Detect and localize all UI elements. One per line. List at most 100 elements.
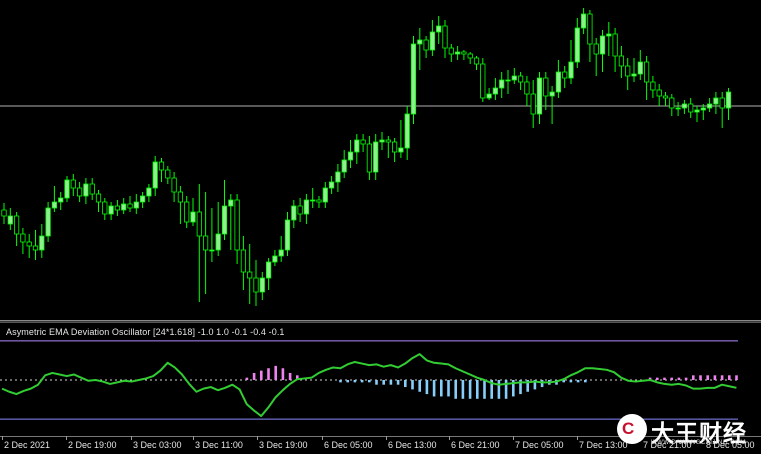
- candle: [284, 212, 291, 256]
- candle: [404, 106, 410, 160]
- histogram-bar: [497, 380, 501, 399]
- candle-body: [234, 199, 240, 251]
- dawang-logo-icon: C: [617, 414, 647, 444]
- candle-body: [303, 199, 310, 215]
- candle-body: [618, 55, 625, 67]
- candle-body: [606, 33, 612, 37]
- histogram-bar: [720, 375, 724, 380]
- candle: [681, 100, 688, 114]
- candle: [32, 230, 39, 260]
- candle-body: [26, 241, 32, 247]
- candle: [599, 30, 606, 72]
- time-label: 6 Dec 13:00: [388, 440, 437, 450]
- candle-body: [442, 25, 448, 49]
- candle: [177, 186, 183, 224]
- candle-body: [310, 199, 316, 202]
- candle: [354, 134, 360, 164]
- candle: [631, 58, 637, 82]
- candle-body: [625, 65, 631, 77]
- candle: [492, 78, 499, 100]
- candle-body: [581, 13, 587, 29]
- histogram-bar: [576, 380, 580, 383]
- candle-body: [171, 177, 177, 193]
- candle: [70, 174, 76, 196]
- candle-body: [322, 187, 328, 203]
- candle-body: [102, 201, 108, 215]
- histogram-bar: [656, 377, 659, 380]
- candle: [133, 194, 139, 214]
- candle: [366, 136, 373, 180]
- histogram-bar: [382, 380, 385, 385]
- candle-body: [429, 31, 436, 51]
- histogram-bar: [267, 368, 270, 380]
- candle: [121, 198, 127, 214]
- candle: [26, 234, 32, 258]
- candle: [209, 208, 215, 262]
- candle-body: [373, 141, 379, 173]
- candle-body: [316, 199, 322, 203]
- candle: [247, 244, 253, 304]
- oscillator-label: Asymetric EMA Deviation Oscillator [24*1…: [6, 327, 285, 337]
- candle: [158, 158, 165, 182]
- candle-body: [644, 61, 650, 83]
- candle: [707, 98, 713, 112]
- candle: [316, 196, 322, 208]
- candle-body: [612, 33, 618, 57]
- candle: [637, 50, 643, 80]
- candle-body: [278, 249, 284, 257]
- candle-body: [209, 249, 215, 252]
- candle: [310, 188, 316, 208]
- candle-body: [480, 63, 486, 99]
- candle: [442, 20, 448, 58]
- candle-body: [354, 139, 360, 153]
- candle: [259, 272, 265, 300]
- candle: [95, 190, 102, 212]
- histogram-bar: [339, 380, 342, 383]
- candle-body: [486, 93, 492, 99]
- time-tick: [193, 436, 194, 440]
- candle: [328, 176, 335, 194]
- candle: [190, 198, 196, 226]
- histogram-bar: [540, 380, 544, 388]
- candle-body: [51, 201, 58, 209]
- candle: [146, 184, 152, 202]
- candle: [713, 92, 719, 114]
- time-label: 7 Dec 05:00: [515, 440, 564, 450]
- candle-body: [492, 87, 499, 95]
- candle-body: [1, 209, 7, 217]
- time-label: 6 Dec 21:00: [451, 440, 500, 450]
- candle-body: [13, 215, 20, 235]
- candle: [165, 166, 171, 184]
- candle-body: [341, 159, 347, 173]
- time-label: 3 Dec 19:00: [259, 440, 308, 450]
- candle-body: [77, 187, 83, 197]
- candle-body: [360, 139, 366, 145]
- histogram-bar: [274, 365, 277, 380]
- time-label: 3 Dec 11:00: [195, 440, 243, 450]
- candle: [719, 92, 725, 128]
- oscillator-line: [1, 353, 737, 418]
- time-label: 2 Dec 2021: [4, 440, 51, 450]
- candle: [77, 182, 83, 202]
- candle-body: [95, 193, 102, 203]
- time-tick: [577, 436, 578, 440]
- candle: [555, 60, 562, 98]
- candle-body: [417, 39, 423, 45]
- candle: [58, 192, 64, 210]
- candle-body: [379, 139, 385, 143]
- candle: [108, 202, 114, 220]
- candle: [568, 40, 574, 84]
- candle-body: [562, 71, 568, 79]
- candle: [265, 258, 272, 290]
- candle: [454, 46, 461, 60]
- candle: [473, 56, 480, 70]
- candle-body: [530, 93, 536, 115]
- candle: [499, 72, 505, 98]
- candle: [202, 192, 209, 294]
- candle: [303, 194, 310, 224]
- candle: [64, 176, 70, 202]
- histogram-bar: [584, 380, 587, 383]
- candle-body: [404, 113, 410, 149]
- price-chart[interactable]: [0, 0, 761, 320]
- candle: [253, 260, 259, 306]
